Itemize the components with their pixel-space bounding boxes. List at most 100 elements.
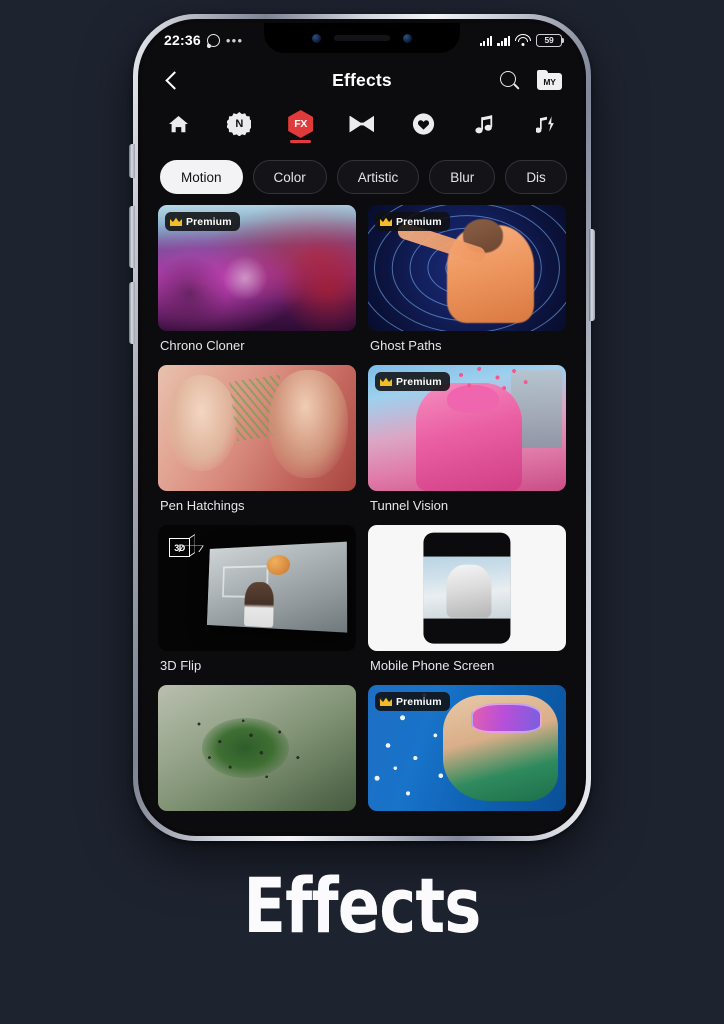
hatch-texture	[229, 374, 289, 442]
whatsapp-icon	[206, 33, 220, 47]
new-badge-icon: N	[227, 111, 252, 137]
status-time: 22:36	[164, 32, 201, 48]
premium-label: Premium	[396, 695, 442, 708]
player-shape	[243, 581, 274, 628]
category-music[interactable]	[465, 111, 505, 143]
category-underline	[168, 140, 189, 143]
transition-icon	[349, 111, 375, 137]
back-arrow-icon[interactable]	[160, 68, 184, 92]
effect-name: Chrono Cloner	[160, 338, 245, 353]
crown-icon	[380, 377, 392, 386]
category-underline	[535, 140, 556, 143]
effect-thumbnail[interactable]: Premium	[368, 365, 566, 491]
bottom-caption: Effects	[243, 861, 481, 950]
effect-card[interactable]: Mobile Phone Screen	[368, 525, 566, 682]
category-favorites[interactable]	[403, 111, 443, 143]
3d-cube-icon: 3D	[167, 533, 204, 559]
effect-card[interactable]: Premium Chrono Cloner	[158, 205, 356, 362]
premium-label: Premium	[396, 375, 442, 388]
battery-icon: 59	[536, 33, 565, 47]
heart-icon	[412, 111, 435, 137]
snorkel-mask-shape	[470, 702, 543, 733]
effect-name: Pen Hatchings	[160, 498, 245, 513]
confetti-decoration	[451, 365, 535, 398]
crown-icon	[380, 217, 392, 226]
effect-name: Tunnel Vision	[370, 498, 449, 513]
premium-badge: Premium	[375, 372, 450, 391]
premium-label: Premium	[396, 215, 442, 228]
mute-switch[interactable]	[129, 144, 135, 178]
effect-card[interactable]	[158, 685, 356, 827]
category-underline-active	[290, 140, 312, 143]
effect-thumbnail[interactable]: 3D	[158, 525, 356, 651]
my-folder-label: MY	[543, 76, 556, 87]
effect-thumbnail[interactable]: Premium	[368, 205, 566, 331]
status-bar: 22:36 ••• 59	[142, 23, 582, 57]
filter-chip-distort[interactable]: Dis	[505, 160, 567, 194]
app-bar: Effects MY	[142, 57, 582, 103]
effect-thumbnail[interactable]	[368, 525, 566, 651]
filter-chip-motion[interactable]: Motion	[160, 160, 243, 194]
premium-badge: Premium	[375, 692, 450, 711]
mini-phone-shape	[423, 532, 511, 644]
effect-card[interactable]: Pen Hatchings	[158, 365, 356, 522]
category-underline	[413, 140, 434, 143]
category-icon-row: N FX	[142, 103, 582, 149]
home-icon	[168, 111, 189, 137]
category-sound-fx[interactable]	[526, 111, 566, 143]
volume-up-button[interactable]	[129, 206, 135, 268]
effect-name: Mobile Phone Screen	[370, 658, 495, 673]
effect-artwork	[158, 685, 356, 811]
crown-icon	[380, 697, 392, 706]
category-underline	[351, 140, 372, 143]
phone-mockup: 22:36 ••• 59 Effects MY N FX Motion Colo…	[129, 14, 595, 841]
effects-grid: Premium Chrono Cloner Premium Ghost Path…	[142, 199, 582, 827]
effect-thumbnail[interactable]	[158, 685, 356, 811]
wifi-icon	[515, 34, 531, 46]
signal-strength-icon-sim2	[497, 35, 510, 46]
more-notifications-icon: •••	[225, 32, 244, 48]
category-home[interactable]	[158, 111, 198, 143]
ball-shape	[265, 554, 290, 576]
my-folder-icon[interactable]: MY	[537, 70, 562, 90]
effect-thumbnail[interactable]: Premium	[158, 205, 356, 331]
volume-down-button[interactable]	[129, 282, 135, 344]
effect-artwork	[368, 525, 566, 651]
category-transitions[interactable]	[342, 111, 382, 143]
effect-artwork	[158, 365, 356, 491]
category-fx[interactable]: FX	[281, 110, 321, 143]
signal-strength-icon-sim1	[479, 35, 493, 46]
filter-chip-blur[interactable]: Blur	[429, 160, 496, 194]
filter-chip-color[interactable]: Color	[252, 160, 327, 194]
sound-fx-icon	[535, 111, 556, 137]
category-underline	[229, 140, 250, 143]
app-bar-actions: MY	[499, 70, 562, 91]
search-icon[interactable]	[499, 70, 520, 91]
filter-chip-artistic[interactable]: Artistic	[336, 160, 420, 194]
flip-plane	[206, 541, 347, 633]
status-bar-left: 22:36 •••	[164, 32, 243, 48]
fx-icon: FX	[288, 110, 314, 138]
status-bar-right: 59	[479, 33, 565, 47]
premium-badge: Premium	[165, 212, 240, 231]
category-underline	[474, 140, 495, 143]
effect-card[interactable]: Premium Ghost Paths	[368, 205, 566, 362]
battery-percent-label: 59	[544, 35, 554, 45]
effect-card[interactable]: Premium Tunnel Vision	[368, 365, 566, 522]
folder-body: MY	[537, 73, 562, 90]
crown-icon	[170, 217, 182, 226]
filter-chip-row[interactable]: Motion Color Artistic Blur Dis	[142, 149, 582, 199]
premium-badge: Premium	[375, 212, 450, 231]
premium-label: Premium	[186, 215, 232, 228]
effect-thumbnail[interactable]	[158, 365, 356, 491]
power-button[interactable]	[589, 229, 595, 321]
effect-name: Ghost Paths	[370, 338, 442, 353]
particle-specks	[185, 707, 317, 789]
effect-card[interactable]: Premium	[368, 685, 566, 827]
category-new[interactable]: N	[219, 111, 259, 143]
effect-thumbnail[interactable]: Premium	[368, 685, 566, 811]
phone-bezel: 22:36 ••• 59 Effects MY N FX Motion Colo…	[142, 23, 582, 832]
effect-name: 3D Flip	[160, 658, 202, 673]
phone-screen: 22:36 ••• 59 Effects MY N FX Motion Colo…	[142, 23, 582, 832]
effect-card[interactable]: 3D 3D Flip	[158, 525, 356, 682]
